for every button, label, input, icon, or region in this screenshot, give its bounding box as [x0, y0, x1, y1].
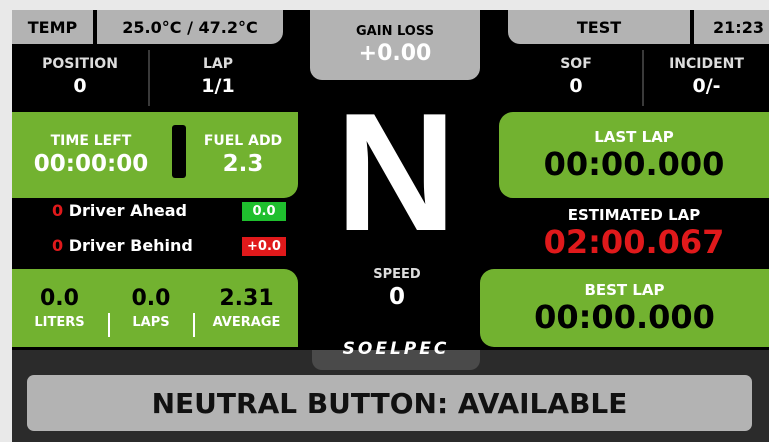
driver-behind-label: Driver Behind [68, 236, 193, 255]
sof-value: 0 [569, 75, 583, 97]
position-cell: POSITION 0 [12, 46, 148, 108]
best-lap-panel: BEST LAP 00:00.000 [480, 269, 769, 347]
liters-label: LITERS [34, 315, 85, 330]
driver-behind-row: 0 Driver Behind +0.0 [52, 236, 302, 260]
temp-label: TEMP [27, 17, 78, 37]
incident-label: INCIDENT [669, 56, 744, 72]
lap-cell: LAP 1/1 [150, 46, 286, 108]
fuel-level-bar [172, 125, 186, 178]
position-label: POSITION [42, 56, 118, 72]
driver-ahead-label: Driver Ahead [68, 201, 187, 220]
dashboard: TEMP 25.0°C / 47.2°C GAIN LOSS +0.00 TES… [12, 10, 769, 442]
average-label: AVERAGE [212, 315, 281, 330]
gear-value: N [335, 78, 457, 266]
fuel-add-value: 2.3 [222, 151, 264, 177]
estimated-lap-label: ESTIMATED LAP [567, 206, 701, 224]
lap-value: 1/1 [201, 75, 235, 97]
liters-value: 0.0 [40, 286, 79, 311]
temp-label-box: TEMP [12, 10, 95, 44]
last-lap-panel: LAST LAP 00:00.000 [499, 112, 769, 198]
bottom-area: SOELPEC NEUTRAL BUTTON: AVAILABLE [12, 339, 769, 442]
last-lap-label: LAST LAP [594, 128, 674, 146]
sof-label: SOF [560, 56, 592, 72]
laps-value: 0.0 [131, 286, 171, 311]
time-left-block: TIME LEFT 00:00:00 [12, 112, 170, 198]
driver-behind-gap: +0.0 [242, 237, 286, 256]
neutral-button-status: NEUTRAL BUTTON: AVAILABLE [151, 386, 628, 420]
incident-value: 0/- [692, 75, 721, 97]
time-left-label: TIME LEFT [50, 133, 132, 149]
time-fuel-panel: TIME LEFT 00:00:00 FUEL ADD 2.3 [12, 112, 298, 198]
last-lap-value: 00:00.000 [543, 145, 725, 183]
driver-ahead-row: 0 Driver Ahead 0.0 [52, 201, 302, 225]
fuel-add-label: FUEL ADD [203, 133, 283, 149]
estimated-lap-block: ESTIMATED LAP 02:00.067 [499, 200, 769, 266]
position-value: 0 [73, 75, 87, 97]
session-label: TEST [576, 17, 622, 37]
neutral-button-banner[interactable]: NEUTRAL BUTTON: AVAILABLE [27, 375, 752, 431]
laps-block: 0.0 LAPS [110, 269, 192, 347]
best-lap-label: BEST LAP [584, 281, 665, 299]
average-block: 2.31 AVERAGE [195, 269, 298, 347]
speed-value: 0 [388, 283, 405, 310]
incident-cell: INCIDENT 0/- [644, 46, 769, 108]
driver-ahead-gap: 0.0 [242, 202, 286, 221]
driver-behind-position: 0 [52, 236, 64, 255]
sof-cell: SOF 0 [508, 46, 644, 108]
gain-loss-box: GAIN LOSS +0.00 [310, 10, 480, 80]
laps-label: LAPS [132, 315, 170, 330]
time-left-value: 00:00:00 [33, 151, 149, 177]
best-lap-value: 00:00.000 [534, 298, 715, 336]
temp-value: 25.0°C / 47.2°C [122, 17, 258, 37]
logo-text: SOELPEC [342, 339, 450, 359]
gear-indicator: N [312, 82, 480, 262]
speed-block: SPEED 0 [312, 260, 482, 316]
clock-box: 21:23 [694, 10, 769, 44]
speed-label: SPEED [373, 266, 421, 282]
lap-label: LAP [202, 56, 234, 72]
estimated-lap-value: 02:00.067 [543, 223, 725, 261]
logo: SOELPEC [312, 330, 480, 368]
gain-loss-value: +0.00 [358, 41, 432, 66]
driver-ahead-position: 0 [52, 201, 64, 220]
gain-loss-label: GAIN LOSS [356, 24, 434, 39]
clock: 21:23 [713, 17, 764, 37]
average-value: 2.31 [219, 286, 274, 311]
fuel-stats-panel: 0.0 LITERS 0.0 LAPS 2.31 AVERAGE [12, 269, 298, 347]
session-box: TEST [508, 10, 692, 44]
liters-block: 0.0 LITERS [12, 269, 107, 347]
fuel-add-block: FUEL ADD 2.3 [188, 112, 298, 198]
temp-value-box: 25.0°C / 47.2°C [97, 10, 283, 44]
